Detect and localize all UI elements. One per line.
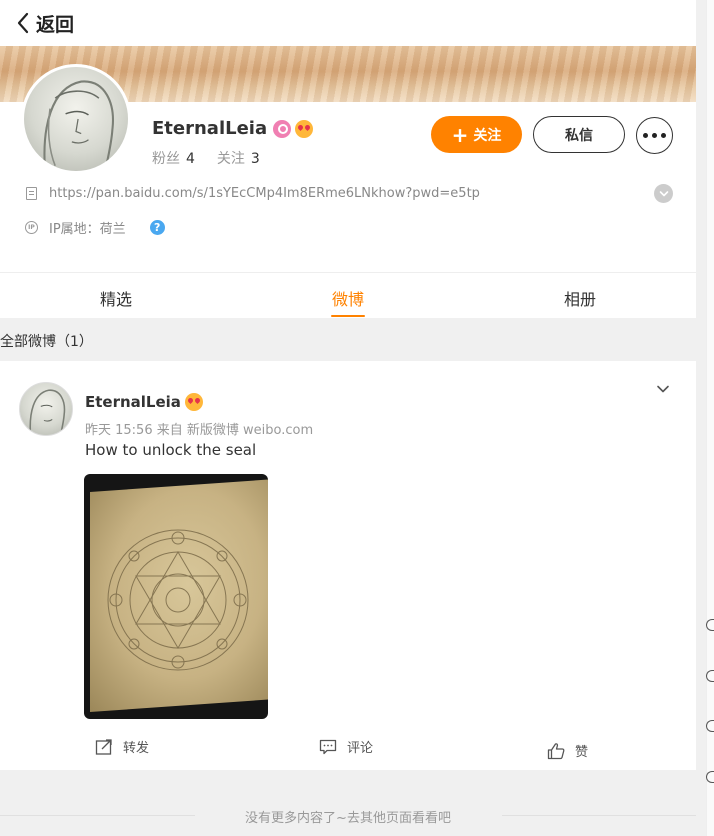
- profile-link-row: https://pan.baidu.com/s/1sYEcCMp4Im8ERme…: [26, 186, 480, 201]
- info-icon[interactable]: [706, 720, 714, 732]
- chevron-down-icon[interactable]: [655, 381, 671, 397]
- following-label: 关注: [216, 151, 245, 167]
- message-button[interactable]: 私信: [533, 116, 625, 153]
- fans-count: 4: [186, 151, 195, 167]
- vip-badge-icon[interactable]: [273, 119, 292, 138]
- post-image[interactable]: [84, 474, 268, 719]
- comment-button[interactable]: 评论: [319, 737, 373, 756]
- message-label: 私信: [565, 127, 593, 144]
- like-button[interactable]: 赞: [547, 741, 588, 760]
- expand-profile-button[interactable]: [654, 184, 673, 203]
- profile-stats: 粉丝 4 关注 3: [152, 148, 260, 168]
- post-text: How to unlock the seal: [85, 441, 257, 459]
- post-author-row: EternalLeia: [85, 393, 203, 411]
- more-options-button[interactable]: [636, 117, 673, 154]
- follow-label: 关注: [473, 127, 502, 144]
- fans-label: 粉丝: [152, 151, 180, 167]
- heart-eyes-emoji-icon: [295, 119, 314, 138]
- section-title: 全部微博（1）: [0, 334, 93, 350]
- right-side-strip: [706, 0, 714, 836]
- fans-stat[interactable]: 粉丝 4: [152, 148, 195, 168]
- follow-button[interactable]: + 关注: [431, 116, 522, 153]
- footer-text: 没有更多内容了~去其他页面看看吧: [245, 811, 451, 826]
- comment-icon: [319, 739, 337, 754]
- back-button[interactable]: 返回: [14, 10, 74, 37]
- profile-tabs: 精选 微博 相册: [0, 272, 696, 318]
- tab-weibo[interactable]: 微博: [232, 273, 464, 318]
- post-author-avatar[interactable]: [19, 382, 73, 436]
- tab-featured[interactable]: 精选: [0, 273, 232, 318]
- dot-icon: [661, 133, 666, 138]
- post-meta[interactable]: 昨天 15:56 来自 新版微博 weibo.com: [85, 419, 313, 438]
- tab-album[interactable]: 相册: [464, 273, 696, 318]
- ip-location-row: IP IP属地：荷兰 ?: [25, 218, 165, 237]
- heart-eyes-emoji-icon: [184, 393, 203, 411]
- chevron-down-icon: [659, 190, 668, 196]
- profile-name-row: EternalLeia: [152, 118, 314, 139]
- chevron-left-icon: [17, 12, 29, 34]
- help-icon[interactable]: ?: [149, 220, 165, 235]
- thumbs-up-icon: [547, 742, 565, 759]
- refresh-icon[interactable]: [706, 619, 714, 631]
- profile-link[interactable]: https://pan.baidu.com/s/1sYEcCMp4Im8ERme…: [49, 186, 480, 201]
- like-label: 赞: [575, 745, 589, 760]
- ip-location: IP属地：荷兰: [49, 222, 126, 237]
- profile-name: EternalLeia: [152, 118, 268, 139]
- top-bar: 返回: [0, 0, 696, 46]
- following-stat[interactable]: 关注 3: [217, 148, 260, 168]
- dot-icon: [643, 133, 648, 138]
- like-side-icon[interactable]: [706, 670, 714, 682]
- comment-label: 评论: [347, 741, 374, 756]
- plus-icon: +: [451, 122, 469, 147]
- post-card: EternalLeia 昨天 15:56 来自 新版微博 weibo.com H…: [0, 361, 696, 770]
- following-count: 3: [250, 151, 260, 167]
- user-icon[interactable]: [706, 771, 714, 783]
- profile-card: EternalLeia 粉丝 4 关注 3 + 关注 私信 https://pan.…: [0, 46, 696, 318]
- magic-seal-illustration: [107, 529, 249, 671]
- post-action-bar: 转发 评论 赞: [0, 737, 696, 763]
- dot-icon: [652, 133, 657, 138]
- repost-button[interactable]: 转发: [95, 737, 149, 756]
- repost-label: 转发: [123, 741, 150, 756]
- post-author-name[interactable]: EternalLeia: [85, 393, 181, 411]
- share-icon: [95, 738, 112, 755]
- profile-avatar[interactable]: [21, 64, 131, 174]
- ip-icon: IP: [25, 221, 38, 234]
- back-label: 返回: [36, 13, 75, 36]
- document-icon: [26, 187, 37, 200]
